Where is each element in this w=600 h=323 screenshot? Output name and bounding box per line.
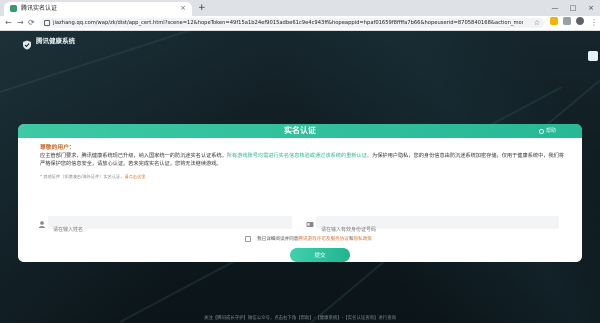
id-card-icon	[306, 216, 314, 229]
notice-text: 应主管部门要求，腾讯健康系统现已升级，纳入国家统一的防沉迷实名认证系统。所有游戏…	[40, 152, 566, 168]
new-tab-button[interactable]: +	[198, 3, 206, 13]
bookmark-star-icon[interactable]: ☆	[534, 18, 540, 28]
translate-icon[interactable]	[588, 51, 598, 61]
name-field[interactable]	[48, 216, 292, 237]
card-title: 实名认证	[284, 126, 316, 135]
user-icon	[38, 216, 46, 229]
reload-button[interactable]: ⟳	[28, 17, 35, 29]
notice-highlight: 所有游戏账号均需进行实名信息核验或通过该系统的重新认证。	[226, 153, 373, 159]
logo-text: 腾讯健康系统	[36, 37, 75, 45]
shield-icon	[22, 35, 32, 50]
extension-puzzle-icon[interactable]	[563, 17, 571, 25]
id-number-input[interactable]	[316, 223, 559, 237]
browser-tab-strip: 腾讯实名认证 × + — □ ×	[0, 0, 600, 16]
url-text[interactable]: jiazhang.qq.com/wap/zk/dist/app_cert.htm…	[53, 18, 523, 28]
verification-card: 实名认证 帮助 尊敬的用户： 应主管部门要求，腾讯健康系统现已升级，纳入国家统一…	[18, 124, 582, 262]
browser-tab[interactable]: 腾讯实名认证 ×	[4, 2, 192, 16]
address-bar[interactable]: jiazhang.qq.com/wap/zk/dist/app_cert.htm…	[40, 18, 544, 28]
help-icon	[538, 128, 544, 134]
page-background: 腾讯健康系统 实名认证 帮助 尊敬的用户： 应主管部门要求，腾讯健康系统现已升级…	[0, 31, 600, 323]
other-id-link[interactable]: 请点击这里	[124, 174, 145, 179]
help-button[interactable]: 帮助	[538, 128, 556, 134]
tab-close-icon[interactable]: ×	[180, 4, 186, 13]
forward-button[interactable]: →	[17, 17, 24, 29]
menu-kebab-icon[interactable]: ⋮	[590, 17, 598, 29]
other-id-note: * 其他证件（如港澳台/海外证件）实名认证，请点击这里	[40, 174, 145, 180]
minimize-button[interactable]: —	[546, 0, 564, 16]
extension-icon[interactable]	[550, 17, 558, 25]
site-logo[interactable]: 腾讯健康系统	[22, 34, 75, 50]
greeting: 尊敬的用户：	[40, 145, 75, 151]
agree-checkbox[interactable]	[245, 236, 251, 242]
lock-icon	[44, 20, 50, 26]
profile-avatar-icon[interactable]	[576, 17, 584, 25]
tab-favicon-icon	[10, 5, 17, 12]
submit-button[interactable]: 提交	[290, 248, 350, 262]
agreement-row: 我已详细阅读并同意 腾讯游戏许可及服务协议 和 隐私政策	[245, 236, 372, 242]
privacy-policy-link[interactable]: 隐私政策	[354, 236, 372, 242]
name-input[interactable]	[48, 223, 292, 237]
note-text: * 其他证件（如港澳台/海外证件）实名认证，	[40, 174, 125, 179]
agree-text: 我已详细阅读并同意	[257, 237, 299, 242]
notice-text-part: 应主管部门要求，腾讯健康系统现已升级，纳入国家统一的防沉迷实名认证系统。	[40, 153, 227, 159]
tab-title: 腾讯实名认证	[21, 5, 58, 12]
maximize-button[interactable]: □	[564, 0, 582, 16]
close-window-button[interactable]: ×	[582, 0, 600, 16]
footer-text: 关注【腾讯成长守护】微信公众号，点击右下角【帮助】-【健康系统】-【实名认证查询…	[204, 316, 396, 321]
back-button[interactable]: ←	[5, 17, 12, 29]
id-number-field[interactable]	[316, 216, 559, 237]
service-agreement-link[interactable]: 腾讯游戏许可及服务协议	[298, 236, 349, 242]
card-header: 实名认证 帮助	[18, 124, 582, 138]
help-label: 帮助	[545, 128, 556, 134]
window-controls: — □ ×	[546, 0, 600, 16]
browser-toolbar: ← → ⟳ jiazhang.qq.com/wap/zk/dist/app_ce…	[0, 16, 600, 31]
decor-stripe	[0, 31, 600, 93]
